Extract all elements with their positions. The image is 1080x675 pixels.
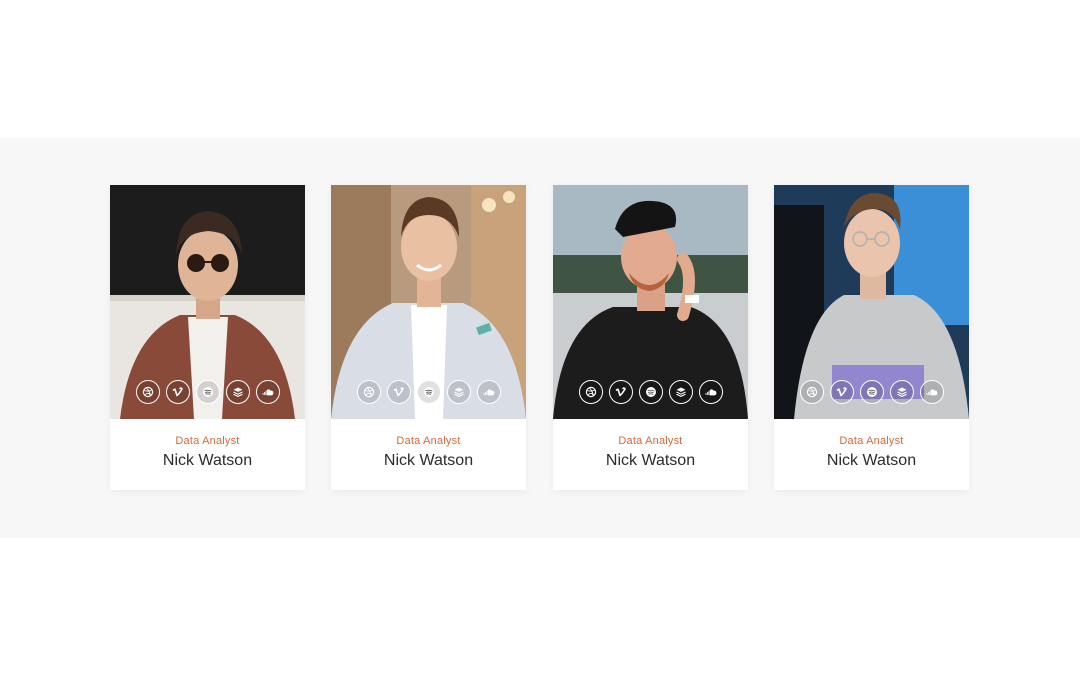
member-name: Nick Watson <box>162 452 253 469</box>
member-role: Data Analyst <box>175 435 240 447</box>
soundcloud-icon[interactable] <box>476 380 501 404</box>
social-links <box>331 380 526 406</box>
member-name: Nick Watson <box>826 452 917 469</box>
soundcloud-icon[interactable] <box>255 380 280 404</box>
dribbble-icon[interactable] <box>799 380 824 404</box>
vimeo-icon[interactable] <box>165 380 190 404</box>
team-grid: Data Analyst Nick Watson Data Analyst Ni… <box>110 185 970 490</box>
spotify-icon[interactable] <box>859 380 884 404</box>
dribbble-icon[interactable] <box>135 380 160 404</box>
dribbble-icon[interactable] <box>356 380 381 404</box>
member-role: Data Analyst <box>839 435 904 447</box>
member-role: Data Analyst <box>396 435 461 447</box>
social-links <box>774 380 969 406</box>
dribbble-icon[interactable] <box>578 380 603 404</box>
team-member-card: Data Analyst Nick Watson <box>553 185 748 490</box>
soundcloud-icon[interactable] <box>698 380 723 404</box>
team-member-card: Data Analyst Nick Watson <box>774 185 969 490</box>
vimeo-icon[interactable] <box>608 380 633 404</box>
buffer-icon[interactable] <box>668 380 693 404</box>
member-name: Nick Watson <box>383 452 474 469</box>
team-member-card: Data Analyst Nick Watson <box>331 185 526 490</box>
social-links <box>110 380 305 406</box>
buffer-icon[interactable] <box>889 380 914 404</box>
vimeo-icon[interactable] <box>386 380 411 404</box>
vimeo-icon[interactable] <box>829 380 854 404</box>
spotify-icon[interactable] <box>638 380 663 404</box>
spotify-icon[interactable] <box>416 380 441 404</box>
member-role: Data Analyst <box>618 435 683 447</box>
member-name: Nick Watson <box>605 452 696 469</box>
social-links <box>553 380 748 406</box>
buffer-icon[interactable] <box>225 380 250 404</box>
team-member-card: Data Analyst Nick Watson <box>110 185 305 490</box>
soundcloud-icon[interactable] <box>919 380 944 404</box>
spotify-icon[interactable] <box>195 380 220 404</box>
buffer-icon[interactable] <box>446 380 471 404</box>
